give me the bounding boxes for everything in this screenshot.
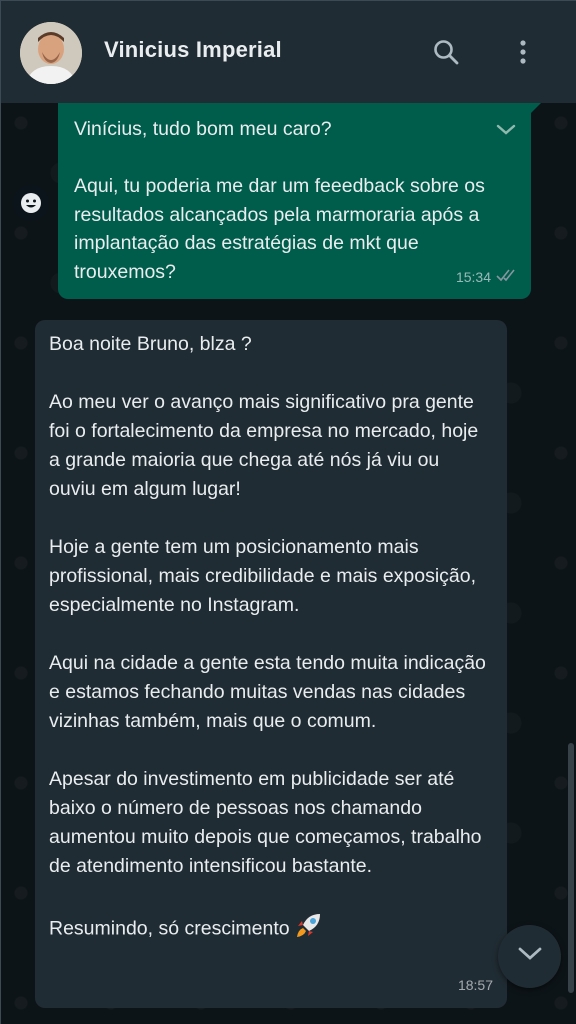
message-meta: 18:57 [458, 971, 493, 1000]
chevron-down-icon[interactable] [495, 117, 517, 146]
emoji-reaction-icon[interactable] [13, 185, 49, 221]
message-text: Boa noite Bruno, blza ? Ao meu ver o ava… [49, 330, 491, 949]
message-body: Boa noite Bruno, blza ? Ao meu ver o ava… [49, 333, 486, 940]
search-icon[interactable] [429, 35, 463, 69]
double-check-icon [495, 263, 517, 292]
message-text: Vinícius, tudo bom meu caro? Aqui, tu po… [74, 118, 485, 283]
incoming-message[interactable]: Boa noite Bruno, blza ? Ao meu ver o ava… [35, 320, 507, 1008]
outgoing-message[interactable]: Vinícius, tudo bom meu caro? Aqui, tu po… [58, 103, 541, 299]
message-list[interactable]: Vinícius, tudo bom meu caro? Aqui, tu po… [1, 103, 576, 1024]
message-time: 18:57 [457, 977, 493, 993]
rocket-icon [294, 910, 324, 949]
chevron-down-icon [517, 946, 543, 967]
contact-name[interactable]: Vinicius Imperial [104, 37, 282, 63]
message-time: 15:34 [455, 268, 491, 285]
bubble-tail [529, 103, 541, 115]
avatar-photo [20, 22, 82, 84]
menu-dots-icon[interactable] [506, 35, 540, 69]
chat-header: Vinicius Imperial [1, 1, 576, 103]
contact-avatar[interactable] [20, 22, 82, 84]
message-meta: 15:34 [456, 263, 517, 292]
scrollbar[interactable] [568, 743, 574, 993]
scroll-to-bottom-button[interactable] [498, 925, 561, 988]
